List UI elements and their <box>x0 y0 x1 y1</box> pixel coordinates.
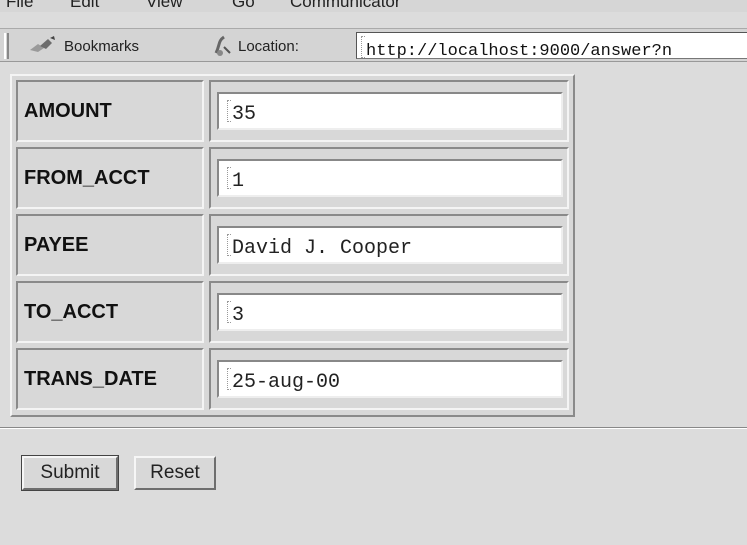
amount-value: 35 <box>232 103 257 126</box>
text-caret <box>227 301 231 323</box>
text-caret <box>361 36 365 58</box>
field-label-to-acct: TO_ACCT <box>16 281 204 343</box>
trans-date-input[interactable]: 25-aug-00 <box>217 360 563 398</box>
bookmarks-icon[interactable] <box>28 36 58 54</box>
amount-input[interactable]: 35 <box>217 92 563 130</box>
submit-button[interactable]: Submit <box>21 455 119 491</box>
to-acct-value: 3 <box>232 304 245 327</box>
form-row-payee: PAYEE David J. Cooper <box>16 214 569 276</box>
form-row-amount: AMOUNT 35 <box>16 80 569 142</box>
field-label-amount: AMOUNT <box>16 80 204 142</box>
toolbar-grip-handle[interactable] <box>4 33 9 59</box>
reset-button[interactable]: Reset <box>134 456 216 490</box>
field-cell: 3 <box>209 281 569 343</box>
menu-view[interactable]: View <box>146 0 183 12</box>
menu-file[interactable]: File <box>6 0 33 12</box>
from-acct-input[interactable]: 1 <box>217 159 563 197</box>
text-caret <box>227 368 231 390</box>
field-cell: 35 <box>209 80 569 142</box>
transfer-form-table: AMOUNT 35 FROM_ACCT 1 PAYEE David J. Coo… <box>10 74 575 417</box>
text-caret <box>227 167 231 189</box>
to-acct-input[interactable]: 3 <box>217 293 563 331</box>
form-row-from-acct: FROM_ACCT 1 <box>16 147 569 209</box>
field-label-from-acct: FROM_ACCT <box>16 147 204 209</box>
menu-bar: File Edit View Go Communicator <box>0 0 747 12</box>
field-cell: David J. Cooper <box>209 214 569 276</box>
location-icon <box>212 35 232 57</box>
location-toolbar: Bookmarks Location: http://localhost:900… <box>0 28 747 62</box>
field-label-trans-date: TRANS_DATE <box>16 348 204 410</box>
horizontal-rule <box>0 427 747 429</box>
menu-edit[interactable]: Edit <box>70 0 99 12</box>
location-label: Location: <box>238 38 299 55</box>
text-caret <box>227 234 231 256</box>
url-field[interactable]: http://localhost:9000/answer?n <box>356 32 747 59</box>
payee-value: David J. Cooper <box>232 237 413 260</box>
field-cell: 1 <box>209 147 569 209</box>
from-acct-value: 1 <box>232 170 245 193</box>
menu-go[interactable]: Go <box>232 0 255 12</box>
field-cell: 25-aug-00 <box>209 348 569 410</box>
payee-input[interactable]: David J. Cooper <box>217 226 563 264</box>
text-caret <box>227 100 231 122</box>
trans-date-value: 25-aug-00 <box>232 371 341 394</box>
form-row-trans-date: TRANS_DATE 25-aug-00 <box>16 348 569 410</box>
form-row-to-acct: TO_ACCT 3 <box>16 281 569 343</box>
bookmarks-label[interactable]: Bookmarks <box>64 38 139 55</box>
menu-communicator[interactable]: Communicator <box>290 0 401 12</box>
field-label-payee: PAYEE <box>16 214 204 276</box>
url-text: http://localhost:9000/answer?n <box>366 42 673 59</box>
